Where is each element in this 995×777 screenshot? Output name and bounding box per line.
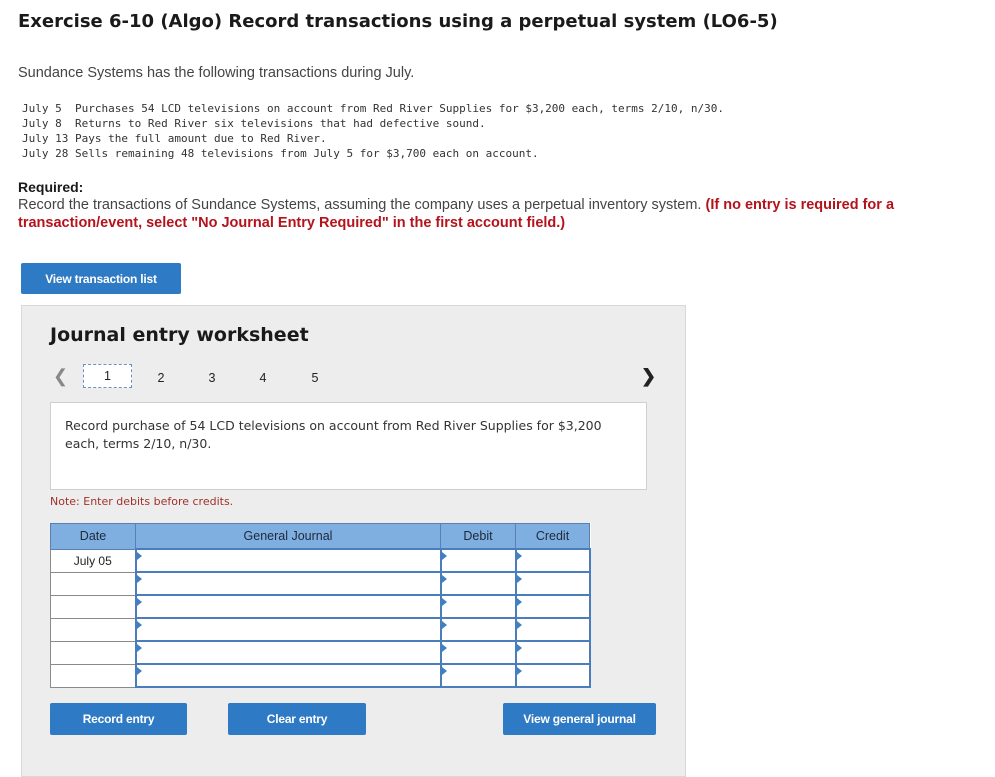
chevron-left-icon[interactable]: ❮ bbox=[53, 366, 68, 387]
clear-entry-button[interactable]: Clear entry bbox=[228, 703, 366, 735]
transaction-date: July 13 bbox=[22, 132, 69, 145]
dropdown-triangle-icon bbox=[441, 621, 447, 629]
transaction-description-box: Record purchase of 54 LCD televisions on… bbox=[50, 402, 647, 490]
dropdown-triangle-icon bbox=[441, 667, 447, 675]
account-select[interactable] bbox=[134, 594, 442, 619]
date-cell bbox=[50, 617, 136, 642]
transaction-date: July 28 bbox=[22, 147, 69, 160]
chevron-right-icon[interactable]: ❯ bbox=[641, 366, 656, 387]
account-select[interactable] bbox=[134, 663, 442, 688]
transaction-row: July 28 Sells remaining 48 televisions f… bbox=[22, 146, 724, 161]
transaction-date: July 5 bbox=[22, 102, 69, 115]
table-row bbox=[50, 640, 591, 665]
account-select[interactable] bbox=[134, 640, 442, 665]
worksheet-title: Journal entry worksheet bbox=[50, 324, 309, 346]
transaction-row: July 5 Purchases 54 LCD televisions on a… bbox=[22, 101, 724, 116]
date-cell bbox=[50, 571, 136, 596]
debit-credit-note: Note: Enter debits before credits. bbox=[50, 495, 234, 508]
page-tab-2[interactable]: 2 bbox=[153, 371, 169, 385]
journal-table: Date General Journal Debit Credit July 0… bbox=[50, 523, 591, 688]
debit-column-header: Debit bbox=[440, 523, 516, 550]
page-tab-3[interactable]: 3 bbox=[204, 371, 220, 385]
transaction-text: Returns to Red River six televisions tha… bbox=[74, 117, 486, 130]
transaction-list: July 5 Purchases 54 LCD televisions on a… bbox=[22, 101, 724, 161]
debit-input[interactable] bbox=[439, 594, 517, 619]
debit-input[interactable] bbox=[439, 548, 517, 573]
date-cell bbox=[50, 663, 136, 688]
date-cell bbox=[50, 594, 136, 619]
dropdown-triangle-icon bbox=[516, 552, 522, 560]
page-tab-4[interactable]: 4 bbox=[255, 371, 271, 385]
general-journal-column-header: General Journal bbox=[135, 523, 441, 550]
dropdown-triangle-icon bbox=[136, 644, 142, 652]
journal-entry-worksheet: Journal entry worksheet ❮ 1 2 3 4 5 ❯ Re… bbox=[21, 305, 686, 777]
dropdown-triangle-icon bbox=[441, 644, 447, 652]
journal-header-row: Date General Journal Debit Credit bbox=[50, 523, 590, 550]
dropdown-triangle-icon bbox=[136, 621, 142, 629]
transaction-text: Purchases 54 LCD televisions on account … bbox=[74, 102, 724, 115]
table-row bbox=[50, 617, 591, 642]
credit-input[interactable] bbox=[514, 548, 591, 573]
account-select[interactable] bbox=[134, 548, 442, 573]
date-column-header: Date bbox=[50, 523, 136, 550]
credit-column-header: Credit bbox=[515, 523, 590, 550]
transaction-row: July 13 Pays the full amount due to Red … bbox=[22, 131, 724, 146]
view-general-journal-button[interactable]: View general journal bbox=[503, 703, 656, 735]
credit-input[interactable] bbox=[514, 640, 591, 665]
page-tab-1[interactable]: 1 bbox=[83, 364, 132, 388]
table-row bbox=[50, 594, 591, 619]
credit-input[interactable] bbox=[514, 617, 591, 642]
debit-input[interactable] bbox=[439, 571, 517, 596]
dropdown-triangle-icon bbox=[441, 598, 447, 606]
view-transaction-list-button[interactable]: View transaction list bbox=[21, 263, 181, 294]
required-body: Record the transactions of Sundance Syst… bbox=[18, 197, 706, 213]
required-text: Record the transactions of Sundance Syst… bbox=[18, 196, 978, 232]
worksheet-pager: ❮ 1 2 3 4 5 ❯ bbox=[49, 364, 659, 390]
page-tab-5[interactable]: 5 bbox=[307, 371, 323, 385]
dropdown-triangle-icon bbox=[441, 575, 447, 583]
transaction-row: July 8 Returns to Red River six televisi… bbox=[22, 116, 724, 131]
debit-input[interactable] bbox=[439, 617, 517, 642]
dropdown-triangle-icon bbox=[441, 552, 447, 560]
dropdown-triangle-icon bbox=[516, 621, 522, 629]
transaction-date: July 8 bbox=[22, 117, 69, 130]
table-row bbox=[50, 663, 591, 688]
date-cell: July 05 bbox=[50, 548, 136, 573]
account-select[interactable] bbox=[134, 617, 442, 642]
debit-input[interactable] bbox=[439, 640, 517, 665]
table-row bbox=[50, 571, 591, 596]
credit-input[interactable] bbox=[514, 571, 591, 596]
dropdown-triangle-icon bbox=[516, 667, 522, 675]
date-cell bbox=[50, 640, 136, 665]
page-title: Exercise 6-10 (Algo) Record transactions… bbox=[18, 11, 778, 32]
dropdown-triangle-icon bbox=[516, 644, 522, 652]
transaction-text: Sells remaining 48 televisions from July… bbox=[74, 147, 539, 160]
dropdown-triangle-icon bbox=[136, 598, 142, 606]
credit-input[interactable] bbox=[514, 663, 591, 688]
account-select[interactable] bbox=[134, 571, 442, 596]
credit-input[interactable] bbox=[514, 594, 591, 619]
dropdown-triangle-icon bbox=[136, 552, 142, 560]
intro-text: Sundance Systems has the following trans… bbox=[18, 65, 415, 81]
transaction-description: Record purchase of 54 LCD televisions on… bbox=[65, 418, 602, 451]
dropdown-triangle-icon bbox=[136, 667, 142, 675]
dropdown-triangle-icon bbox=[516, 598, 522, 606]
required-heading: Required: bbox=[18, 179, 84, 195]
record-entry-button[interactable]: Record entry bbox=[50, 703, 187, 735]
dropdown-triangle-icon bbox=[516, 575, 522, 583]
debit-input[interactable] bbox=[439, 663, 517, 688]
dropdown-triangle-icon bbox=[136, 575, 142, 583]
transaction-text: Pays the full amount due to Red River. bbox=[74, 132, 327, 145]
table-row: July 05 bbox=[50, 548, 591, 573]
